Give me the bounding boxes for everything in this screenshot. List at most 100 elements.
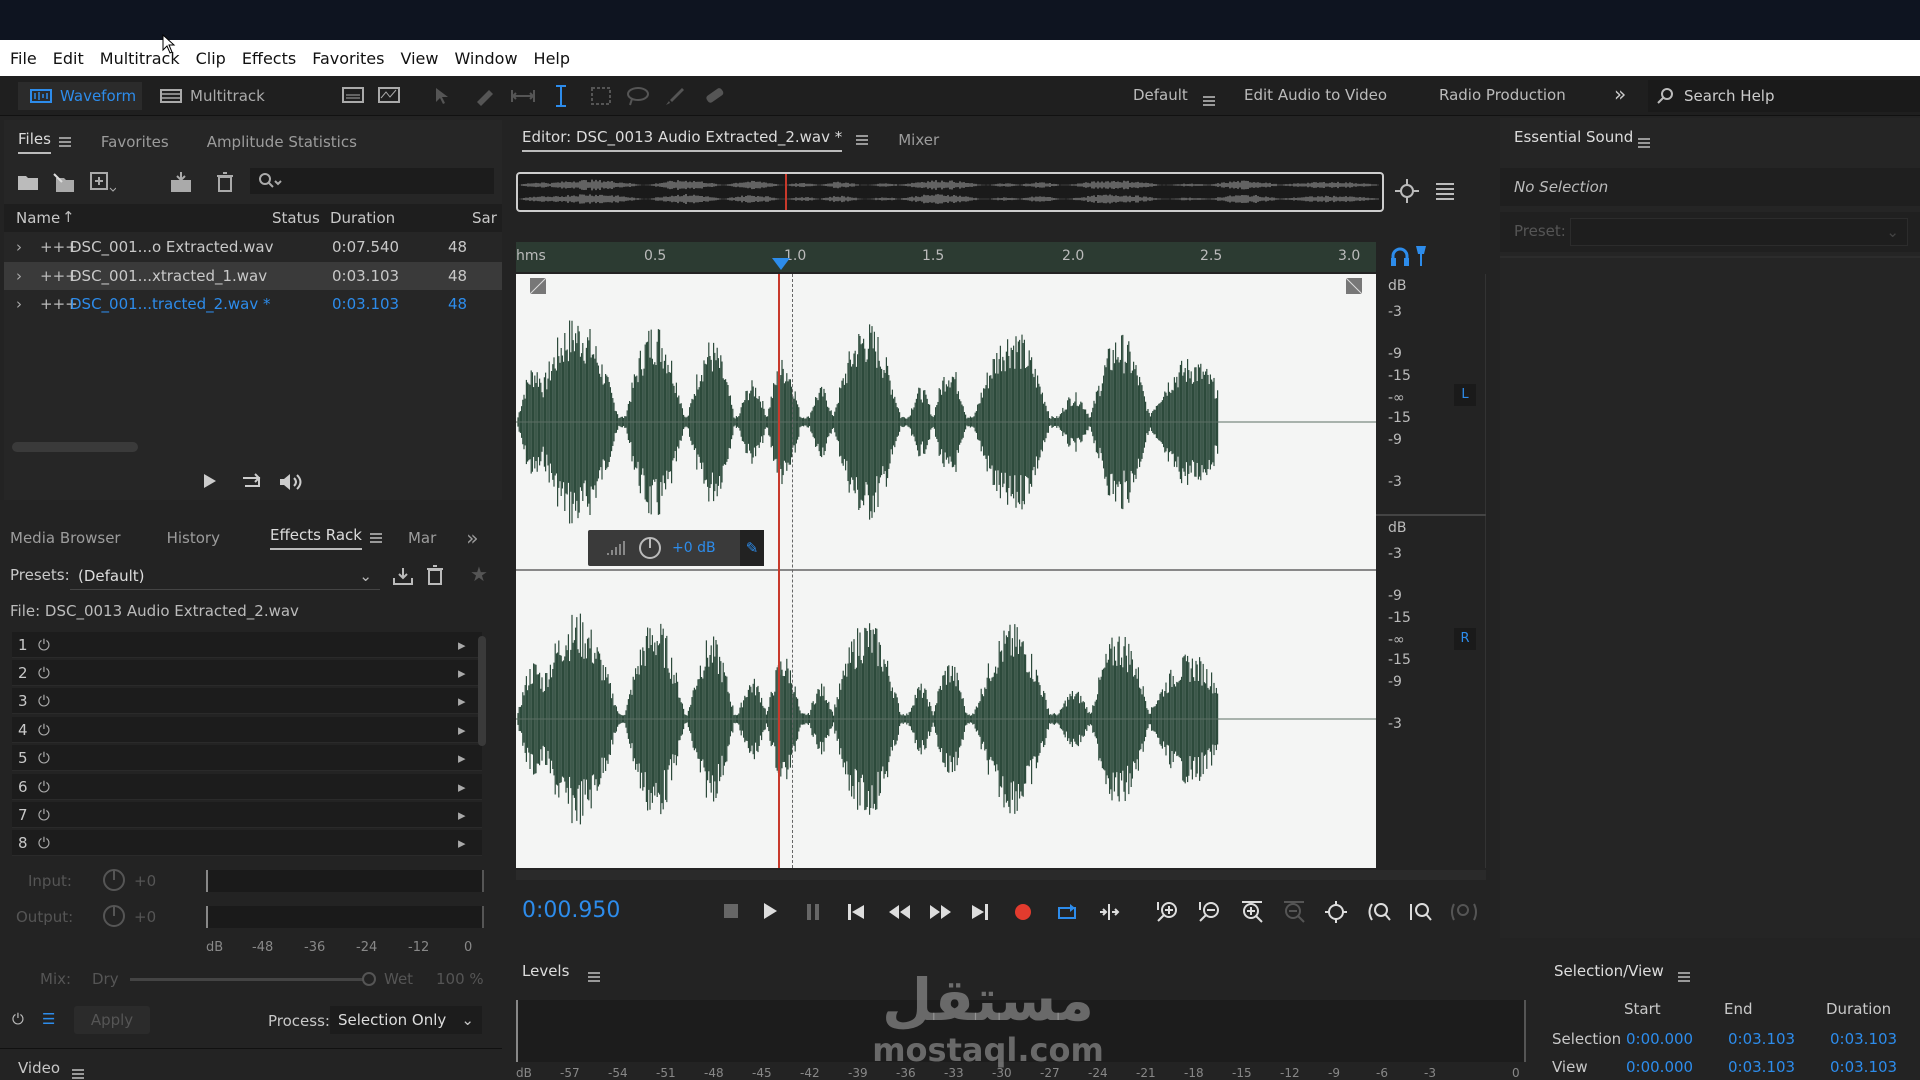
presets-dropdown[interactable]: (Default) ⌄ xyxy=(70,562,380,590)
panel-options-icon[interactable] xyxy=(1434,180,1456,202)
menu-edit[interactable]: Edit xyxy=(53,49,84,68)
headphones-icon[interactable] xyxy=(1390,246,1410,268)
selection-end[interactable]: 0:03.103 xyxy=(1728,1030,1795,1048)
move-tool-icon[interactable] xyxy=(432,86,456,106)
zoom-in-amplitude-icon[interactable] xyxy=(1156,900,1180,924)
tab-files[interactable]: Files xyxy=(18,130,51,154)
delete-file-icon[interactable] xyxy=(216,172,234,192)
effect-slot[interactable]: 8 ⏻ ▸ xyxy=(12,830,482,856)
playhead-marker-icon[interactable] xyxy=(772,258,790,272)
loop-playback-icon[interactable] xyxy=(1056,902,1078,922)
expand-chevron-icon[interactable]: › xyxy=(16,238,40,256)
essential-sound-menu-icon[interactable] xyxy=(1638,137,1650,148)
power-icon[interactable]: ⏻ xyxy=(38,806,458,824)
zoom-selection-icon[interactable] xyxy=(1450,900,1478,924)
effect-slot[interactable]: 2 ⏻ ▸ xyxy=(12,660,482,686)
menu-window[interactable]: Window xyxy=(454,49,517,68)
slip-tool-icon[interactable] xyxy=(510,86,536,106)
slot-arrow-icon[interactable]: ▸ xyxy=(458,692,466,710)
workspace-menu-icon[interactable] xyxy=(1203,95,1215,106)
menu-view[interactable]: View xyxy=(400,49,438,68)
power-icon[interactable]: ⏻ xyxy=(38,721,458,739)
fade-out-handle-icon[interactable] xyxy=(1346,278,1362,294)
tab-mixer[interactable]: Mixer xyxy=(898,131,939,149)
selection-duration[interactable]: 0:03.103 xyxy=(1830,1030,1897,1048)
go-to-start-icon[interactable] xyxy=(848,904,864,920)
spectral-display-icon[interactable] xyxy=(342,86,364,104)
favorite-star-icon[interactable]: ★ xyxy=(470,562,488,586)
import-file-icon[interactable] xyxy=(52,172,78,194)
selection-view-title[interactable]: Selection/View xyxy=(1554,962,1664,980)
pause-icon[interactable] xyxy=(806,904,820,920)
multitrack-view-button[interactable]: Multitrack xyxy=(160,82,265,110)
apply-button[interactable]: Apply xyxy=(74,1006,150,1034)
power-icon[interactable]: ⏻ xyxy=(38,664,458,682)
slot-arrow-icon[interactable]: ▸ xyxy=(458,664,466,682)
slot-arrow-icon[interactable]: ▸ xyxy=(458,778,466,796)
column-sample-rate[interactable]: Sar xyxy=(472,209,497,227)
more-workspaces-icon[interactable]: » xyxy=(1614,82,1626,106)
waveform-view-button[interactable]: Waveform xyxy=(18,82,142,110)
menu-favorites[interactable]: Favorites xyxy=(312,49,384,68)
rack-power-icon[interactable]: ⏻ xyxy=(12,1010,24,1028)
slot-arrow-icon[interactable]: ▸ xyxy=(458,806,466,824)
volume-knob-icon[interactable] xyxy=(638,536,662,560)
column-duration[interactable]: Duration xyxy=(330,209,395,227)
output-gain-knob[interactable] xyxy=(102,904,126,928)
effect-slot[interactable]: 4 ⏻ ▸ xyxy=(12,717,482,743)
column-status[interactable]: Status xyxy=(272,209,320,227)
video-menu-icon[interactable] xyxy=(72,1068,84,1079)
insert-into-multitrack-icon[interactable] xyxy=(168,170,196,194)
power-icon[interactable]: ⏻ xyxy=(38,692,458,710)
selection-view-menu-icon[interactable] xyxy=(1678,971,1690,982)
tab-history[interactable]: History xyxy=(167,529,220,547)
zoom-in-right-icon[interactable] xyxy=(1408,900,1434,924)
play-preview-icon[interactable] xyxy=(202,472,218,490)
menu-help[interactable]: Help xyxy=(534,49,570,68)
loop-preview-icon[interactable] xyxy=(240,472,264,492)
menu-clip[interactable]: Clip xyxy=(196,49,226,68)
view-end[interactable]: 0:03.103 xyxy=(1728,1058,1795,1076)
mix-slider[interactable] xyxy=(130,978,370,981)
zoom-out-time-icon[interactable] xyxy=(1282,900,1306,924)
overview-waveform[interactable] xyxy=(516,172,1384,212)
essential-sound-title[interactable]: Essential Sound xyxy=(1514,128,1633,150)
menu-file[interactable]: File xyxy=(10,49,37,68)
play-icon[interactable] xyxy=(762,902,778,920)
brush-tool-icon[interactable] xyxy=(664,86,686,106)
stop-icon[interactable] xyxy=(724,904,738,918)
lasso-tool-icon[interactable] xyxy=(626,86,650,106)
hud-gain-control[interactable]: +0 dB ✎ xyxy=(588,530,764,566)
power-icon[interactable]: ⏻ xyxy=(38,636,458,654)
effects-list-scrollbar[interactable] xyxy=(478,636,486,746)
pin-hud-icon[interactable]: ✎ xyxy=(740,530,764,566)
save-preset-icon[interactable] xyxy=(392,566,414,586)
slot-arrow-icon[interactable]: ▸ xyxy=(458,721,466,739)
zoom-to-selection-icon[interactable] xyxy=(1394,178,1420,204)
file-row-active[interactable]: › +++ DSC_001...tracted_2.wav * 0:03.103… xyxy=(4,290,502,318)
channel-left-badge[interactable]: L xyxy=(1454,384,1476,406)
delete-preset-icon[interactable] xyxy=(426,564,444,586)
go-to-end-icon[interactable] xyxy=(972,904,988,920)
levels-menu-icon[interactable] xyxy=(588,971,600,982)
files-scrollbar[interactable] xyxy=(12,442,138,452)
power-icon[interactable]: ⏻ xyxy=(38,749,458,767)
preset-dropdown[interactable]: ⌄ xyxy=(1570,218,1908,246)
time-ruler[interactable]: hms 0.5 1.0 1.5 2.0 2.5 3.0 xyxy=(516,242,1376,272)
editor-menu-icon[interactable] xyxy=(856,135,869,145)
effect-slot[interactable]: 1 ⏻ ▸ xyxy=(12,632,482,658)
zoom-full-icon[interactable] xyxy=(1324,900,1348,924)
time-selection-tool-icon[interactable] xyxy=(554,84,568,108)
tab-effects-rack[interactable]: Effects Rack xyxy=(269,526,362,550)
view-start[interactable]: 0:00.000 xyxy=(1626,1058,1693,1076)
tab-markers[interactable]: Mar xyxy=(408,529,436,547)
files-search-field[interactable] xyxy=(250,168,494,194)
more-tabs-icon[interactable]: » xyxy=(466,526,478,550)
tab-editor[interactable]: Editor: DSC_0013 Audio Extracted_2.wav * xyxy=(522,128,843,152)
expand-chevron-icon[interactable]: › xyxy=(16,295,40,313)
input-gain-knob[interactable] xyxy=(102,868,126,892)
search-help-field[interactable]: Search Help xyxy=(1648,80,1920,112)
file-row[interactable]: › +++ DSC_001...xtracted_1.wav 0:03.103 … xyxy=(4,262,502,290)
file-row[interactable]: › +++ DSC_001...o Extracted.wav 0:07.540… xyxy=(4,233,502,261)
video-title[interactable]: Video xyxy=(18,1059,60,1077)
